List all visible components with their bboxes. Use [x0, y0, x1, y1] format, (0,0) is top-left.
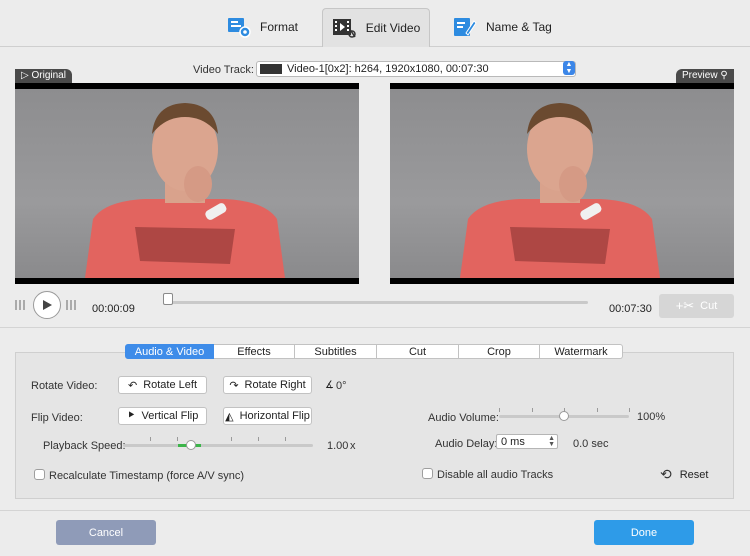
progress-track[interactable]	[163, 301, 588, 304]
tab-name-tag-label: Name & Tag	[486, 20, 552, 34]
play-icon	[43, 300, 52, 310]
rotate-left-icon: ↶	[127, 379, 138, 392]
rotate-left-label: Rotate Left	[143, 379, 198, 391]
tick	[597, 408, 598, 412]
rotate-left-button[interactable]: ↶ Rotate Left	[118, 376, 207, 394]
cut-button-label: Cut	[700, 300, 718, 312]
horizontal-flip-button[interactable]: ◭ Horizontal Flip	[223, 407, 312, 425]
tab-format-label: Format	[260, 20, 299, 34]
tick	[258, 437, 259, 441]
tick	[629, 408, 630, 412]
tab-cut[interactable]: Cut	[377, 344, 459, 359]
tab-effects[interactable]: Effects	[214, 344, 295, 359]
audio-delay-label: Audio Delay:	[435, 438, 498, 450]
drag-handle-right-icon[interactable]	[66, 300, 76, 310]
play-button[interactable]	[33, 291, 61, 319]
vertical-flip-label: Vertical Flip	[141, 410, 199, 422]
tick	[285, 437, 286, 441]
original-label: Original	[31, 70, 66, 81]
playback-speed-value: 1.00	[327, 440, 349, 452]
delay-stepper-icon[interactable]: ▲ ▼	[548, 435, 555, 448]
format-icon	[226, 15, 252, 39]
rotate-right-label: Rotate Right	[244, 379, 306, 391]
disable-audio-checkbox[interactable]	[422, 468, 433, 479]
angle-icon: ∡	[325, 380, 334, 391]
scissors-icon: +✂	[675, 298, 695, 313]
original-tag: ▷ Original	[15, 69, 72, 83]
vertical-flip-button[interactable]: ⯈ Vertical Flip	[118, 407, 207, 425]
preview-video[interactable]	[390, 83, 734, 284]
edit-video-icon	[332, 16, 358, 40]
drag-handle-left-icon[interactable]	[15, 300, 25, 310]
preview-frame	[390, 89, 734, 278]
tab-crop[interactable]: Crop	[459, 344, 540, 359]
original-frame	[15, 89, 359, 278]
audio-volume-knob[interactable]	[559, 411, 569, 421]
disable-audio-label: Disable all audio Tracks	[437, 469, 554, 481]
tab-name-tag[interactable]: Name & Tag	[452, 8, 562, 46]
select-stepper-icon: ▲ ▼	[563, 61, 575, 75]
tick	[177, 437, 178, 441]
tab-edit-video[interactable]: Edit Video	[322, 8, 430, 47]
video-thumbnail-icon	[260, 64, 282, 74]
original-video[interactable]	[15, 83, 359, 284]
divider	[0, 327, 750, 328]
tick	[499, 408, 500, 412]
rotate-right-button[interactable]: ↷ Rotate Right	[223, 376, 312, 394]
tab-format[interactable]: Format	[226, 8, 318, 46]
preview-tag: Preview ⚲	[676, 69, 734, 83]
tick	[532, 408, 533, 412]
top-toolbar: Format Edit Video Name & Tag	[0, 0, 750, 47]
playback-speed-unit: x	[350, 440, 356, 452]
playback-speed-slider[interactable]	[123, 444, 313, 447]
reset-button[interactable]: ⟲ Reset	[660, 466, 708, 483]
name-tag-icon	[452, 15, 478, 39]
current-time: 00:00:09	[92, 303, 135, 315]
preview-label: Preview	[682, 70, 718, 81]
vertical-flip-icon: ⯈	[126, 409, 136, 422]
video-track-value: Video-1[0x2]: h264, 1920x1080, 00:07:30	[287, 63, 489, 75]
magnifier-icon: ⚲	[720, 70, 728, 81]
rotate-value: 0°	[336, 380, 347, 392]
playback-speed-label: Playback Speed:	[43, 440, 126, 452]
flip-video-label: Flip Video:	[31, 412, 83, 424]
preview-person-image	[460, 103, 660, 278]
done-button[interactable]: Done	[594, 520, 694, 545]
video-track-label: Video Track:	[193, 64, 254, 76]
tick	[150, 437, 151, 441]
footer-divider	[0, 510, 750, 511]
audio-volume-value: 100%	[637, 411, 666, 423]
edit-tabs: Audio & Video Effects Subtitles Cut Crop…	[125, 344, 623, 359]
reset-history-icon: ⟲	[660, 466, 672, 482]
tick	[231, 437, 232, 441]
audio-delay-value: 0 ms	[501, 435, 525, 448]
audio-delay-sec: 0.0 sec	[573, 438, 609, 450]
tab-subtitles[interactable]: Subtitles	[295, 344, 377, 359]
play-small-icon: ▷	[21, 70, 29, 81]
reset-label: Reset	[679, 468, 709, 481]
end-time: 00:07:30	[609, 303, 652, 315]
recalculate-timestamp-checkbox[interactable]	[34, 469, 45, 480]
tab-watermark[interactable]: Watermark	[540, 344, 623, 359]
horizontal-flip-icon: ◭	[225, 410, 234, 423]
audio-volume-label: Audio Volume:	[428, 412, 499, 424]
cut-button[interactable]: +✂ Cut	[659, 294, 734, 318]
progress-knob[interactable]	[163, 293, 174, 305]
tab-audio-video[interactable]: Audio & Video	[125, 344, 214, 359]
original-person-image	[85, 103, 285, 278]
audio-delay-input[interactable]: 0 ms ▲ ▼	[496, 434, 558, 449]
rotate-video-label: Rotate Video:	[31, 380, 98, 392]
tab-edit-video-label: Edit Video	[365, 21, 421, 35]
horizontal-flip-label: Horizontal Flip	[239, 410, 310, 422]
recalculate-timestamp-label: Recalculate Timestamp (force A/V sync)	[49, 470, 245, 482]
video-track-select[interactable]: Video-1[0x2]: h264, 1920x1080, 00:07:30 …	[256, 61, 576, 77]
cancel-button[interactable]: Cancel	[56, 520, 156, 545]
rotate-right-icon: ↷	[229, 379, 239, 392]
